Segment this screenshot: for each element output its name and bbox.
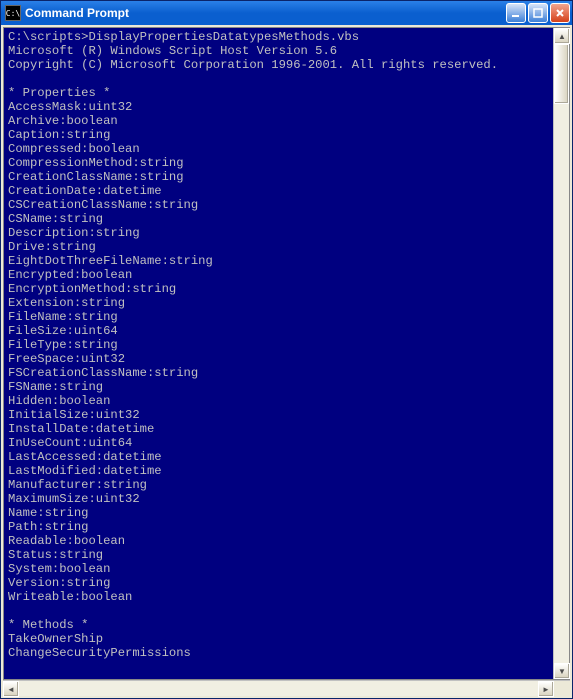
vertical-scroll-track[interactable] (554, 44, 569, 663)
maximize-button[interactable] (528, 3, 548, 23)
scrollbar-corner (554, 681, 570, 697)
window-controls (506, 3, 570, 23)
titlebar[interactable]: C:\ Command Prompt (1, 1, 572, 25)
app-icon: C:\ (5, 5, 21, 21)
vertical-scroll-thumb[interactable] (554, 44, 569, 104)
scroll-down-button[interactable]: ▼ (554, 663, 570, 679)
client-area: C:\scripts>DisplayPropertiesDatatypesMet… (1, 25, 572, 698)
scroll-up-button[interactable]: ▲ (554, 28, 570, 44)
vertical-scrollbar[interactable]: ▲ ▼ (553, 28, 569, 679)
console-output[interactable]: C:\scripts>DisplayPropertiesDatatypesMet… (4, 28, 553, 679)
window-title: Command Prompt (25, 6, 506, 20)
console-container: C:\scripts>DisplayPropertiesDatatypesMet… (3, 27, 570, 680)
scroll-left-button[interactable]: ◄ (3, 681, 19, 697)
horizontal-scrollbar[interactable]: ◄ ► (3, 680, 570, 696)
scroll-right-button[interactable]: ► (538, 681, 554, 697)
close-button[interactable] (550, 3, 570, 23)
minimize-button[interactable] (506, 3, 526, 23)
horizontal-scroll-track[interactable] (19, 681, 538, 696)
command-prompt-window: C:\ Command Prompt C:\scripts>DisplayPro… (0, 0, 573, 699)
